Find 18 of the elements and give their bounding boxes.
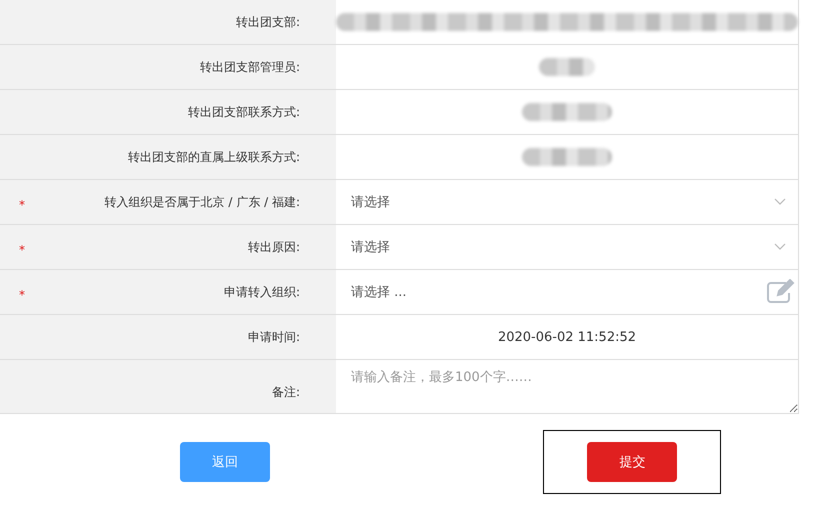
required-mark: *	[19, 243, 25, 257]
required-mark: *	[19, 288, 25, 302]
redacted-text	[539, 58, 595, 76]
required-mark: *	[19, 198, 25, 212]
edit-icon[interactable]	[766, 279, 796, 305]
field-label: 备注:	[272, 384, 300, 401]
chevron-icon	[774, 243, 786, 251]
submit-button[interactable]: 提交	[587, 442, 678, 482]
field-label: 转入组织是否属于北京 / 广东 / 福建:	[104, 194, 300, 210]
field-label: 转出原因:	[248, 238, 300, 256]
chevron-icon	[774, 198, 786, 206]
field-label: 申请转入组织:	[224, 284, 300, 300]
field-label: 申请时间:	[248, 328, 300, 346]
field-label: 转出团支部管理员:	[200, 58, 300, 76]
field-label: 转出团支部联系方式:	[188, 104, 300, 120]
field-value: 2020-06-02 11:52:52	[498, 330, 636, 344]
field-label: 转出团支部:	[236, 14, 300, 30]
field-label: 转出团支部的直属上级联系方式:	[128, 148, 300, 166]
